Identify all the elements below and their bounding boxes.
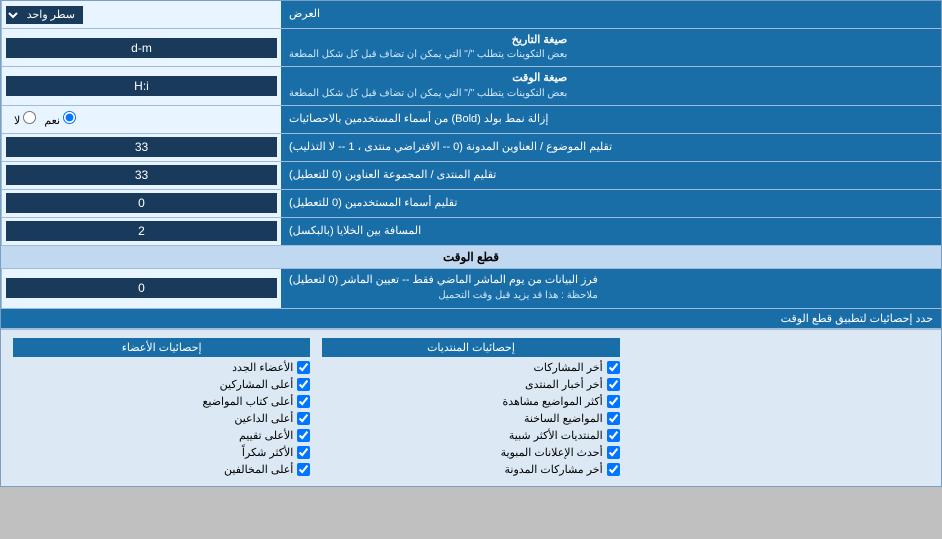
topic-address-input-cell <box>1 134 281 161</box>
realtime-label: فرز البيانات من يوم الماشر الماضي فقط --… <box>281 269 941 308</box>
limit-row: حدد إحصائيات لتطبيق قطع الوقت <box>1 309 941 329</box>
member-item-0: الأعضاء الجدد <box>13 359 310 376</box>
member-item-2: أعلى كتاب المواضيع <box>13 393 310 410</box>
forum-address-input[interactable] <box>6 165 277 185</box>
forum-check-5[interactable] <box>607 446 620 459</box>
display-mode-label: العرض <box>281 1 941 28</box>
display-mode-select[interactable]: سطر واحد سطرين <box>6 6 83 24</box>
forum-address-row: تقليم المنتدى / المجموعة العناوين (0 للت… <box>1 162 941 190</box>
members-stats-header: إحصائيات الأعضاء <box>13 338 310 357</box>
settings-container: العرض سطر واحد سطرين صيغة التاريخ بعض ال… <box>0 0 942 487</box>
member-check-5[interactable] <box>297 446 310 459</box>
user-names-row: تقليم أسماء المستخدمين (0 للتعطيل) <box>1 190 941 218</box>
forum-item-0: أخر المشاركات <box>322 359 619 376</box>
forum-item-2: أكثر المواضيع مشاهدة <box>322 393 619 410</box>
forum-address-input-cell <box>1 162 281 189</box>
member-item-1: أعلى المشاركين <box>13 376 310 393</box>
cell-distance-row: المسافة بين الخلايا (بالبكسل) <box>1 218 941 246</box>
forum-check-4[interactable] <box>607 429 620 442</box>
user-names-label: تقليم أسماء المستخدمين (0 للتعطيل) <box>281 190 941 217</box>
cell-distance-label: المسافة بين الخلايا (بالبكسل) <box>281 218 941 245</box>
user-names-input[interactable] <box>6 193 277 213</box>
user-names-input-cell <box>1 190 281 217</box>
cell-distance-input-cell <box>1 218 281 245</box>
realtime-row: فرز البيانات من يوم الماشر الماضي فقط --… <box>1 269 941 309</box>
bottom-section: إحصائيات المنتديات أخر المشاركات أخر أخب… <box>1 329 941 486</box>
date-format-input-cell <box>1 29 281 66</box>
forum-address-label: تقليم المنتدى / المجموعة العناوين (0 للت… <box>281 162 941 189</box>
bold-yes-radio[interactable] <box>63 111 76 124</box>
realtime-input-cell <box>1 269 281 308</box>
bold-yes-label: نعم <box>44 111 76 127</box>
forum-item-3: المواضيع الساخنة <box>322 410 619 427</box>
forum-check-6[interactable] <box>607 463 620 476</box>
bold-no-label: لا <box>14 111 36 127</box>
forum-item-6: أخر مشاركات المدونة <box>322 461 619 478</box>
time-format-row: صيغة الوقت بعض التكوينات يتطلب "/" التي … <box>1 67 941 105</box>
display-mode-input-cell: سطر واحد سطرين <box>1 1 281 28</box>
bold-remove-input-cell: نعم لا <box>1 106 281 133</box>
member-item-6: أعلى المخالفين <box>13 461 310 478</box>
forum-item-5: أحدث الإعلانات المبوية <box>322 444 619 461</box>
topic-address-row: تقليم الموضوع / العناوين المدونة (0 -- ا… <box>1 134 941 162</box>
member-check-1[interactable] <box>297 378 310 391</box>
time-format-input-cell <box>1 67 281 104</box>
member-check-6[interactable] <box>297 463 310 476</box>
display-mode-row: العرض سطر واحد سطرين <box>1 1 941 29</box>
bold-remove-row: إزالة نمط بولد (Bold) من أسماء المستخدمي… <box>1 106 941 134</box>
topic-address-input[interactable] <box>6 137 277 157</box>
forum-item-1: أخر أخبار المنتدى <box>322 376 619 393</box>
member-check-4[interactable] <box>297 429 310 442</box>
forums-stats-header: إحصائيات المنتديات <box>322 338 619 357</box>
member-item-4: الأعلى تقييم <box>13 427 310 444</box>
member-check-2[interactable] <box>297 395 310 408</box>
topic-address-label: تقليم الموضوع / العناوين المدونة (0 -- ا… <box>281 134 941 161</box>
bold-radio-group: نعم لا <box>6 111 84 127</box>
cell-distance-input[interactable] <box>6 221 277 241</box>
col-empty <box>626 336 935 480</box>
bottom-grid: إحصائيات المنتديات أخر المشاركات أخر أخب… <box>7 336 935 480</box>
bold-no-radio[interactable] <box>23 111 36 124</box>
forum-item-4: المنتديات الأكثر شبية <box>322 427 619 444</box>
member-item-5: الأكثر شكراً <box>13 444 310 461</box>
realtime-section-header: قطع الوقت <box>1 246 941 269</box>
col-members-stats: إحصائيات الأعضاء الأعضاء الجدد أعلى المش… <box>7 336 316 480</box>
member-check-0[interactable] <box>297 361 310 374</box>
date-format-label: صيغة التاريخ بعض التكوينات يتطلب "/" الت… <box>281 29 941 66</box>
date-format-input[interactable] <box>6 38 277 58</box>
date-format-row: صيغة التاريخ بعض التكوينات يتطلب "/" الت… <box>1 29 941 67</box>
time-format-label: صيغة الوقت بعض التكوينات يتطلب "/" التي … <box>281 67 941 104</box>
member-item-3: أعلى الداعين <box>13 410 310 427</box>
realtime-input[interactable] <box>6 278 277 298</box>
forum-check-2[interactable] <box>607 395 620 408</box>
bold-remove-label: إزالة نمط بولد (Bold) من أسماء المستخدمي… <box>281 106 941 133</box>
member-check-3[interactable] <box>297 412 310 425</box>
col-forums-stats: إحصائيات المنتديات أخر المشاركات أخر أخب… <box>316 336 625 480</box>
forum-check-3[interactable] <box>607 412 620 425</box>
time-format-input[interactable] <box>6 76 277 96</box>
forum-check-0[interactable] <box>607 361 620 374</box>
forum-check-1[interactable] <box>607 378 620 391</box>
